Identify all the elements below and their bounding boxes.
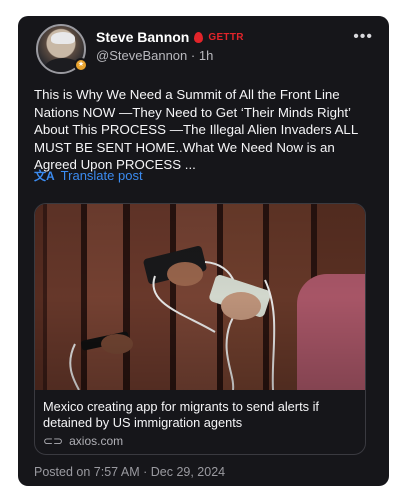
verified-badge-icon: ★ bbox=[74, 58, 88, 72]
handle-row: @SteveBannon · 1h bbox=[96, 48, 213, 63]
link-domain[interactable]: axios.com bbox=[69, 434, 123, 448]
translate-label: Translate post bbox=[60, 168, 143, 183]
link-icon: ⊂⊃ bbox=[43, 434, 64, 448]
link-preview-card[interactable]: Mexico creating app for migrants to send… bbox=[34, 203, 366, 455]
time-ago: 1h bbox=[198, 48, 214, 63]
author-row: Steve Bannon GETTR bbox=[96, 29, 244, 45]
posted-timestamp: Posted on 7:57 AM · Dec 29, 2024 bbox=[34, 465, 226, 479]
author-handle[interactable]: @SteveBannon bbox=[96, 48, 187, 63]
gettr-flame-icon bbox=[194, 31, 204, 43]
photo-shade bbox=[35, 204, 365, 390]
link-source-row: ⊂⊃ axios.com bbox=[43, 434, 123, 448]
post-card[interactable]: ★ Steve Bannon GETTR @SteveBannon · 1h •… bbox=[18, 16, 389, 486]
link-preview-title[interactable]: Mexico creating app for migrants to send… bbox=[43, 399, 359, 431]
translate-icon: 文A bbox=[34, 169, 55, 183]
translate-post-button[interactable]: 文A Translate post bbox=[34, 167, 143, 184]
avatar-hair bbox=[51, 32, 75, 44]
link-preview-image bbox=[35, 204, 365, 390]
post-body-text: This is Why We Need a Summit of All the … bbox=[34, 87, 358, 172]
author-name[interactable]: Steve Bannon bbox=[96, 29, 189, 45]
handle-separator: · bbox=[190, 48, 196, 63]
platform-label: GETTR bbox=[208, 31, 244, 43]
more-horizontal-icon[interactable]: ••• bbox=[353, 28, 373, 46]
